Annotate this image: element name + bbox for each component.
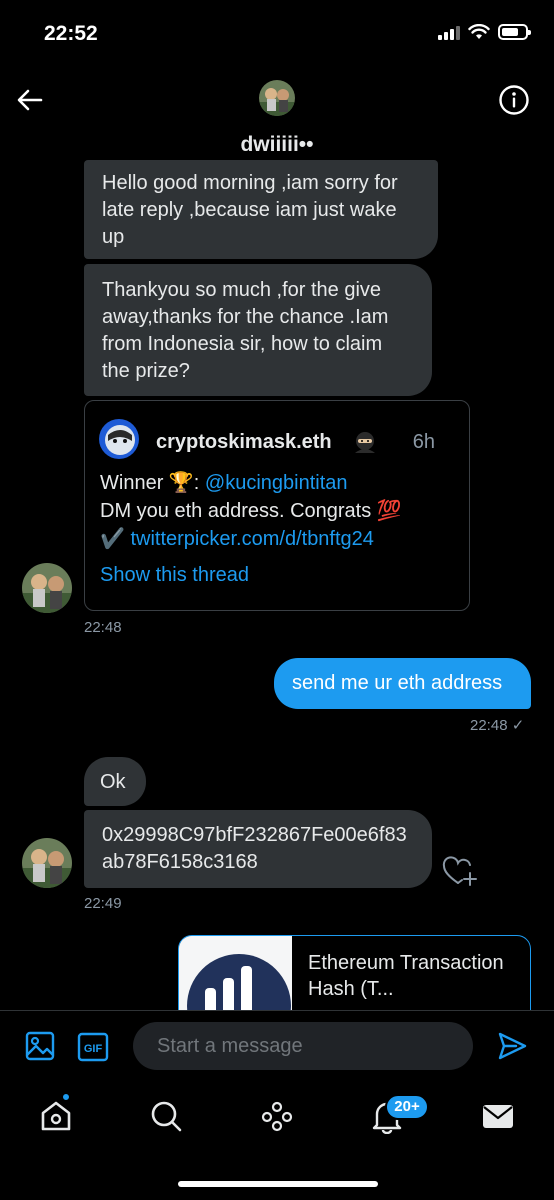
tweet-author-avatar [99,419,139,459]
react-heart-icon[interactable] [442,856,478,888]
send-icon[interactable] [496,1030,528,1062]
show-thread-link[interactable]: Show this thread [100,564,249,587]
message-bubble[interactable]: Hello good morning ,iam sorry for late r… [84,160,438,259]
message-timestamp: 22:48 ✓ [470,717,525,734]
notifications-badge: 20+ [385,1094,429,1120]
back-arrow-icon[interactable] [14,84,46,116]
wifi-icon [468,24,490,39]
conversation-name[interactable]: dwiiiii•• [0,133,554,157]
search-icon[interactable] [148,1098,184,1134]
unread-dot [61,1092,71,1102]
info-icon[interactable] [498,84,530,116]
sent-message-bubble[interactable]: send me ur eth address [274,658,531,709]
tweet-text: DM you eth address. Congrats 💯 [100,500,402,522]
image-icon[interactable] [24,1030,56,1062]
signal-icon [438,24,460,40]
quoted-tweet-card[interactable]: cryptoskimask.eth 6h Winner 🏆: @kucingbi… [84,400,470,611]
battery-icon [498,24,531,40]
sender-avatar[interactable] [22,838,72,888]
tweet-mention-link[interactable]: @kucingbintitan [205,472,348,494]
message-text: 0x29998C97bfF232867Fe00e6f83ab78F6158c31… [102,824,407,873]
ninja-emoji-icon [355,432,375,453]
message-bubble[interactable]: Thankyou so much ,for the give away,than… [84,264,432,396]
message-timestamp: 22:49 [84,895,122,912]
tweet-url-link[interactable]: twitterpicker.com/d/tbnftg24 [130,528,373,550]
svg-text:GIF: GIF [84,1043,103,1055]
divider [0,1010,554,1011]
tweet-text: Winner 🏆: [100,472,205,494]
link-card-title: Ethereum Transaction Hash (T... [308,952,504,1000]
header-avatar[interactable] [259,80,295,116]
home-indicator[interactable] [178,1181,378,1187]
message-text: Hello good morning ,iam sorry for late r… [102,172,398,248]
home-icon[interactable] [38,1098,74,1134]
tweet-time: 6h [412,431,435,453]
message-timestamp: 22:48 [84,619,122,636]
checkmark-emoji: ✔️ [100,528,131,550]
status-time: 22:52 [44,22,98,45]
message-input[interactable] [133,1022,473,1070]
message-text: send me ur eth address [292,672,503,694]
message-text: Thankyou so much ,for the give away,than… [102,279,389,382]
tweet-author-name: cryptoskimask.eth [156,431,332,453]
status-icons [438,24,531,40]
message-bubble[interactable]: 0x29998C97bfF232867Fe00e6f83ab78F6158c31… [84,810,432,888]
messages-envelope-icon[interactable] [480,1098,516,1134]
tweet-body: Winner 🏆: @kucingbintitan DM you eth add… [100,469,460,553]
spaces-icon[interactable] [259,1098,295,1134]
message-text: Ok [100,771,126,793]
gif-icon[interactable]: GIF [77,1032,109,1062]
message-bubble[interactable]: Ok [84,757,146,806]
sender-avatar[interactable] [22,563,72,613]
